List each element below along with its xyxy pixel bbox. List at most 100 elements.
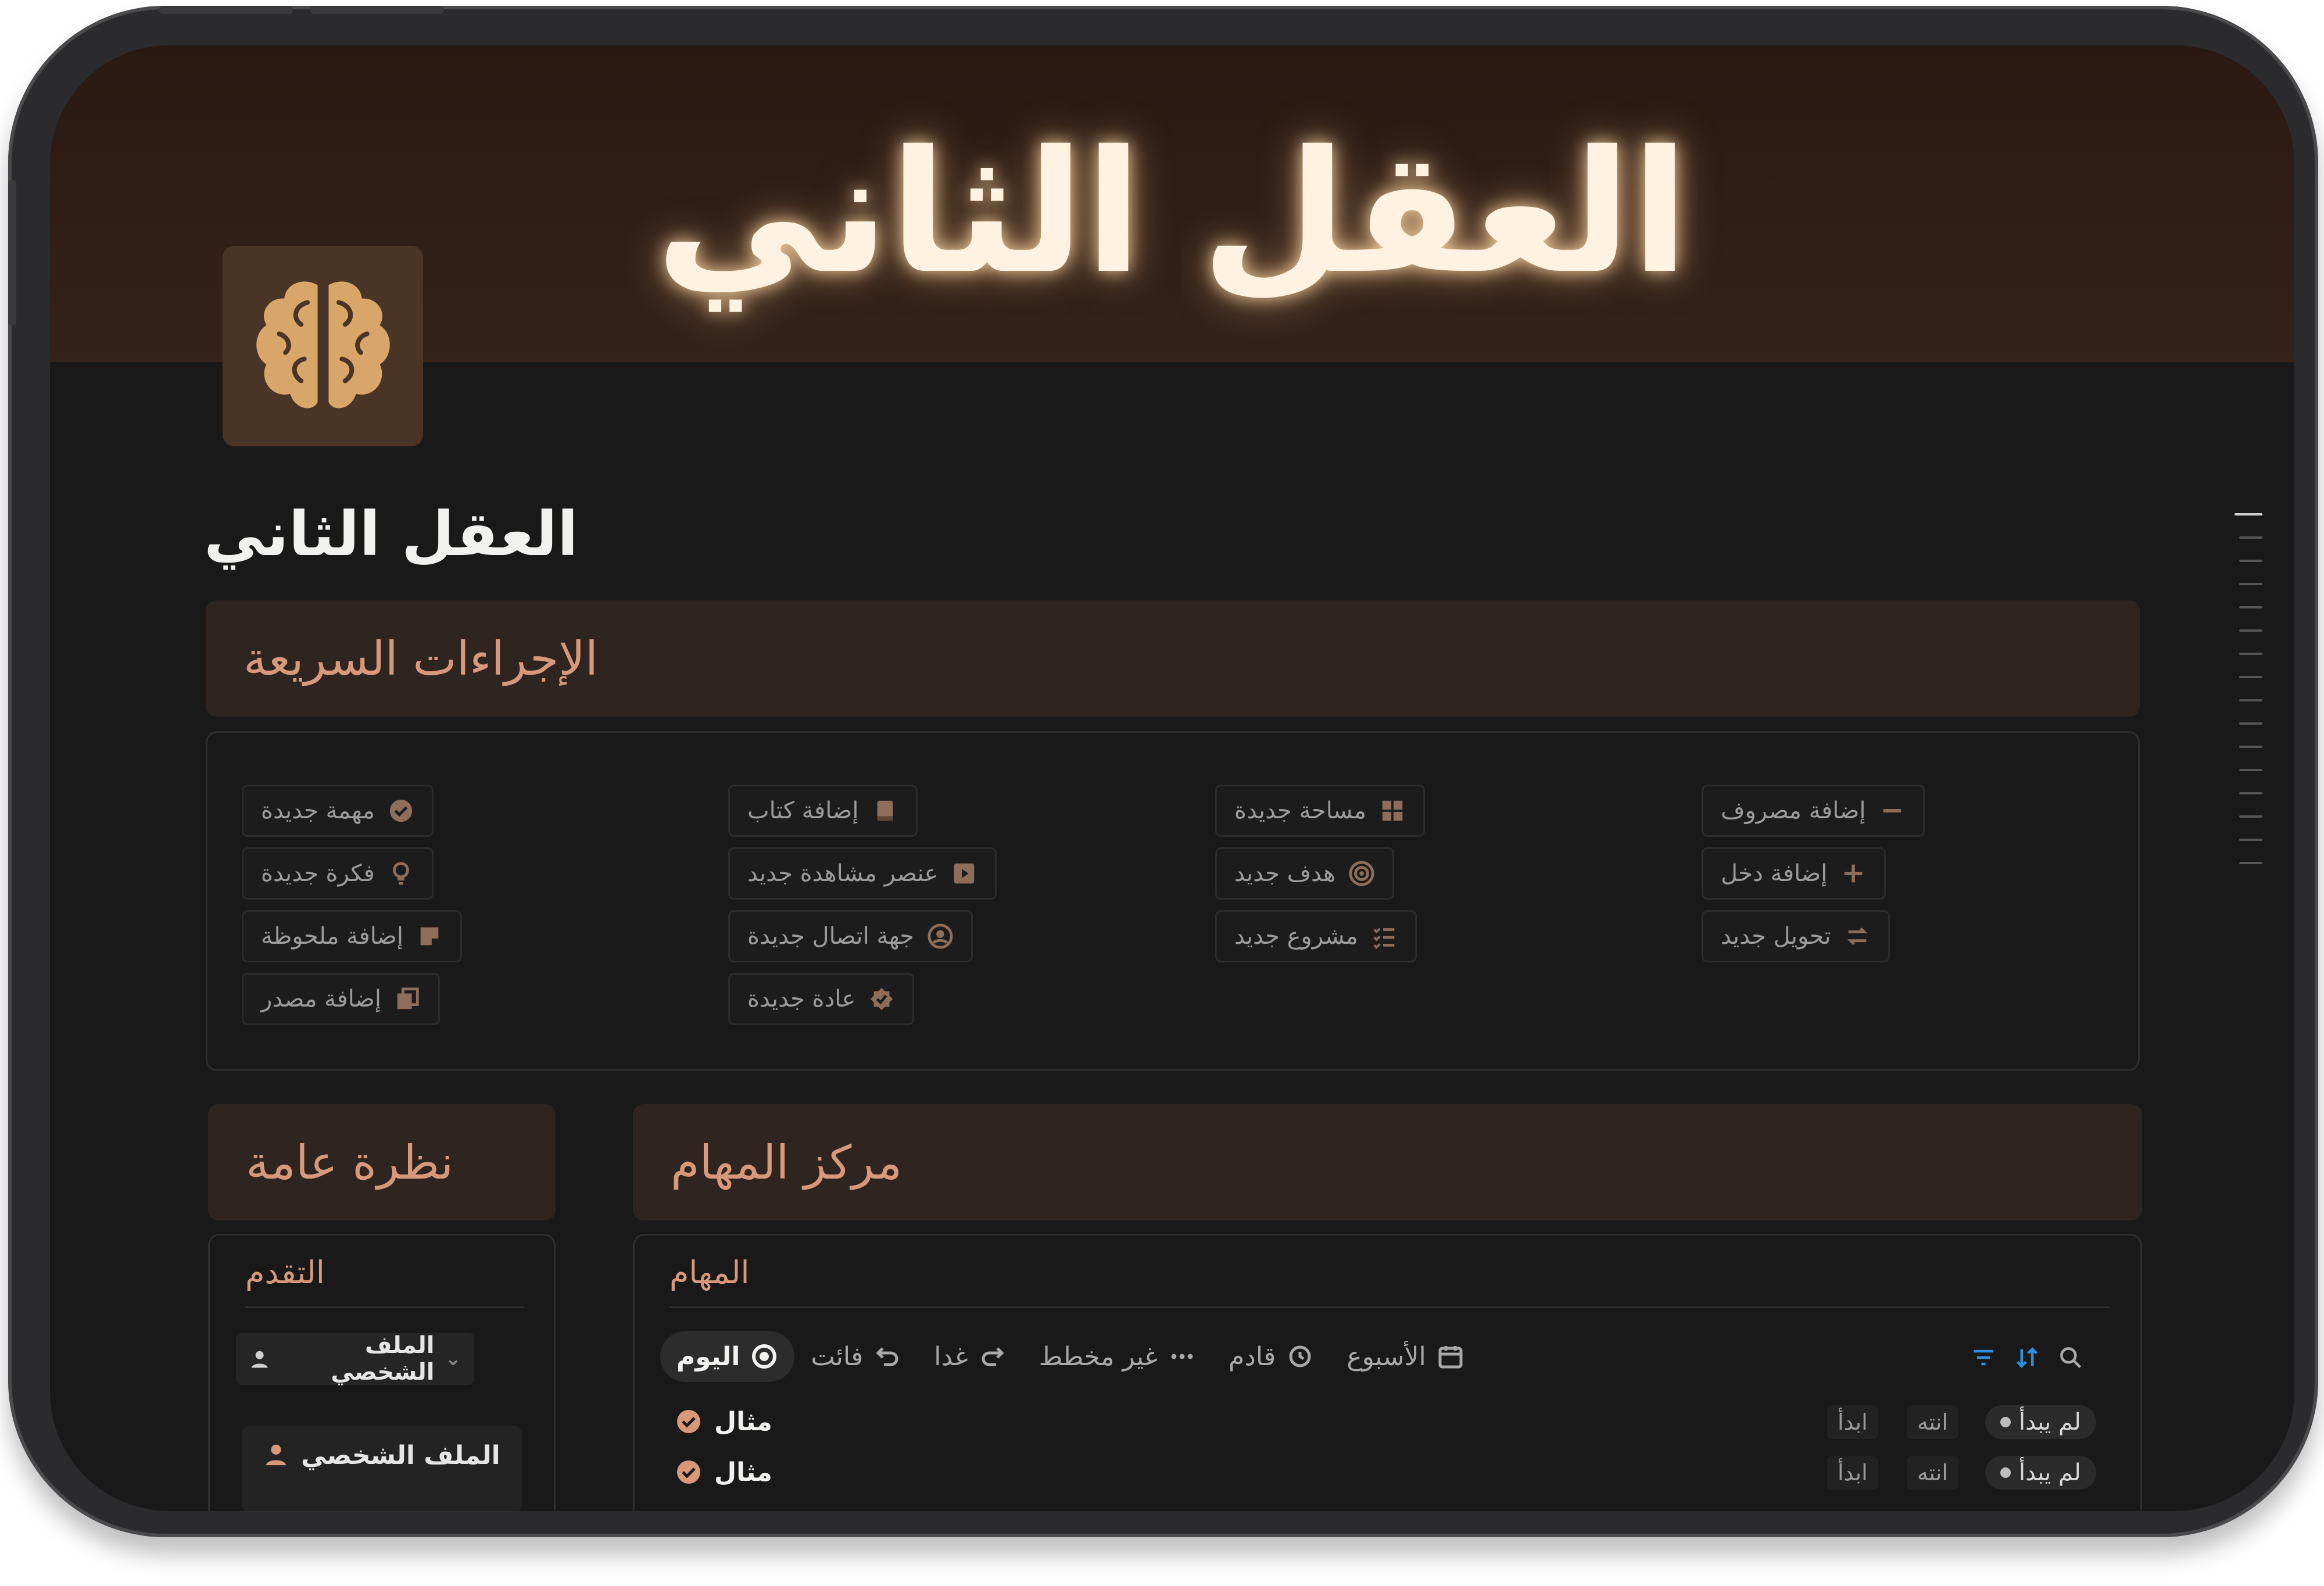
check-circle-icon — [389, 799, 413, 822]
tablet-frame: العقل الثاني العقل الثاني الإجراءات السر… — [8, 6, 2318, 1537]
divider — [245, 1306, 524, 1308]
button-label: جهة اتصال جديدة — [747, 923, 915, 950]
check-circle-icon[interactable] — [675, 1408, 703, 1435]
brain-icon[interactable] — [223, 246, 423, 446]
tab-unplanned[interactable]: غير مخطط — [1023, 1331, 1212, 1382]
screen: العقل الثاني العقل الثاني الإجراءات السر… — [50, 45, 2294, 1511]
status-label: لم يبدأ — [2019, 1409, 2081, 1435]
new-habit-button[interactable]: عادة جديدة — [728, 973, 915, 1025]
end-tag[interactable]: انته — [1907, 1405, 1958, 1439]
add-book-button[interactable]: إضافة كتاب — [728, 785, 918, 837]
button-label: مساحة جديدة — [1234, 797, 1366, 824]
redo-icon — [982, 1347, 1004, 1366]
overview-title: نظرة عامة — [246, 1135, 454, 1190]
profile-card[interactable]: الملف الشخصي — [242, 1426, 522, 1511]
button-label: فكرة جديدة — [261, 860, 375, 887]
tab-upcoming[interactable]: قادم — [1212, 1331, 1330, 1382]
button-label: إضافة ملحوظة — [261, 923, 403, 950]
new-task-button[interactable]: مهمة جديدة — [242, 785, 434, 837]
profile-card-label: الملف الشخصي — [301, 1441, 500, 1470]
button-label: إضافة مصدر — [261, 986, 381, 1012]
lightbulb-icon — [392, 862, 409, 885]
target-dot-icon — [752, 1344, 777, 1369]
new-watch-item-button[interactable]: عنصر مشاهدة جديد — [728, 847, 997, 900]
user-icon — [266, 1444, 287, 1466]
button-label: مهمة جديدة — [261, 797, 375, 824]
calendar-icon — [1438, 1346, 1463, 1369]
filter-icon[interactable] — [1971, 1345, 1996, 1370]
tasks-label: المهام — [669, 1254, 750, 1291]
profile-select[interactable]: ⌄ الملف الشخصي — [236, 1332, 474, 1385]
progress-label: التقدم — [245, 1254, 325, 1291]
status-label: لم يبدأ — [2019, 1459, 2081, 1486]
button-label: إضافة مصروف — [1721, 797, 1866, 824]
grid-icon — [1382, 800, 1403, 821]
clock-forward-icon — [1289, 1345, 1311, 1367]
end-tag[interactable]: انته — [1907, 1456, 1958, 1490]
divider — [669, 1306, 2109, 1308]
book-icon — [877, 800, 893, 821]
button-label: تحويل جديد — [1721, 923, 1831, 950]
table-row[interactable]: مثال — [675, 1398, 772, 1445]
button-label: إضافة دخل — [1721, 860, 1828, 887]
task-tabs: اليوم فائت غدا غير مخطط قادم الأسبوع — [660, 1331, 1481, 1382]
search-icon[interactable] — [2058, 1345, 2083, 1370]
sort-icon[interactable] — [2014, 1345, 2040, 1370]
add-expense-button[interactable]: إضافة مصروف — [1702, 785, 1925, 837]
more-dots-icon — [1171, 1354, 1193, 1359]
start-tag[interactable]: ابدأ — [1827, 1456, 1878, 1490]
new-idea-button[interactable]: فكرة جديدة — [242, 847, 434, 900]
add-note-button[interactable]: إضافة ملحوظة — [242, 910, 462, 962]
status-dot-icon — [2000, 1467, 2011, 1478]
overview-header: نظرة عامة — [208, 1104, 556, 1220]
start-tag[interactable]: ابدأ — [1827, 1405, 1878, 1439]
check-circle-icon[interactable] — [675, 1458, 703, 1486]
tab-overdue[interactable]: فائت — [794, 1331, 918, 1382]
quick-actions-header: الإجراءات السريعة — [206, 600, 2140, 717]
task-title: مثال — [714, 1406, 772, 1437]
quick-actions-panel — [206, 731, 2140, 1071]
hardware-button — [310, 6, 444, 14]
status-badge[interactable]: لم يبدأ — [1985, 1405, 2096, 1439]
hardware-button — [159, 6, 293, 14]
tab-label: اليوم — [676, 1341, 740, 1372]
minus-icon — [1883, 809, 1901, 812]
badge-check-icon — [871, 987, 893, 1011]
table-row[interactable]: مثال — [675, 1449, 772, 1495]
copy-icon — [397, 987, 419, 1009]
new-goal-button[interactable]: هدف جديد — [1215, 847, 1395, 900]
button-label: هدف جديد — [1234, 860, 1336, 887]
new-space-button[interactable]: مساحة جديدة — [1215, 785, 1425, 837]
new-transfer-button[interactable]: تحويل جديد — [1702, 910, 1890, 962]
undo-icon — [876, 1347, 898, 1366]
tab-label: غير مخطط — [1039, 1341, 1158, 1372]
quick-actions-title: الإجراءات السريعة — [243, 631, 599, 686]
task-center-title: مركز المهام — [671, 1135, 903, 1190]
new-contact-button[interactable]: جهة اتصال جديدة — [728, 910, 973, 962]
tab-tomorrow[interactable]: غدا — [918, 1331, 1022, 1382]
plus-icon — [1845, 864, 1863, 883]
user-circle-icon — [928, 923, 953, 949]
target-icon — [1349, 861, 1374, 886]
add-income-button[interactable]: إضافة دخل — [1702, 847, 1886, 900]
checklist-icon — [1373, 928, 1395, 949]
arrows-exchange-icon — [1847, 927, 1867, 946]
chevron-down-icon: ⌄ — [445, 1347, 462, 1370]
task-title: مثال — [714, 1457, 772, 1487]
note-icon — [420, 927, 439, 946]
tab-label: فائت — [811, 1341, 864, 1372]
add-source-button[interactable]: إضافة مصدر — [242, 973, 440, 1025]
button-label: إضافة كتاب — [747, 797, 859, 824]
film-icon — [954, 863, 975, 884]
status-badge[interactable]: لم يبدأ — [1985, 1456, 2096, 1490]
hardware-button — [8, 180, 16, 325]
task-center-header: مركز المهام — [633, 1104, 2142, 1220]
new-project-button[interactable]: مشروع جديد — [1215, 910, 1417, 962]
tab-today[interactable]: اليوم — [660, 1331, 795, 1382]
tab-label: الأسبوع — [1347, 1341, 1426, 1372]
button-label: عادة جديدة — [747, 986, 856, 1012]
tab-label: قادم — [1229, 1341, 1276, 1372]
user-icon — [251, 1351, 268, 1368]
tab-week[interactable]: الأسبوع — [1330, 1331, 1480, 1382]
page-title: العقل الثاني — [204, 499, 578, 570]
